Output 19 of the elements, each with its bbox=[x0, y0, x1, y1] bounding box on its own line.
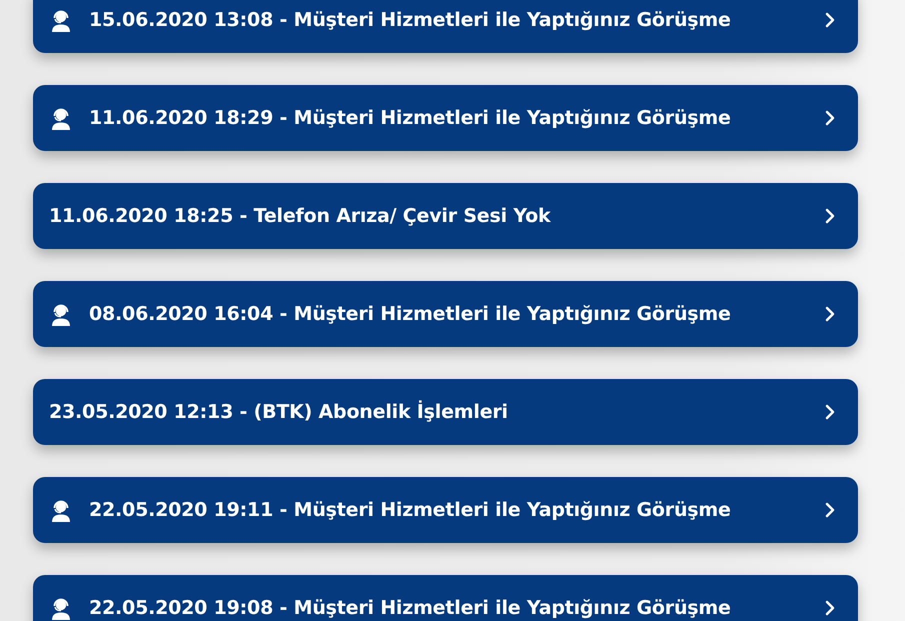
record-item[interactable]: 23.05.2020 12:13 - (BTK) Abonelik İşlemleri bbox=[33, 379, 858, 445]
headset-icon bbox=[49, 498, 73, 522]
record-item[interactable]: 22.05.2020 19:08 - Müşteri Hizmetleri ile Yaptığınız Görüşme bbox=[33, 575, 858, 621]
record-item[interactable]: 08.06.2020 16:04 - Müşteri Hizmetleri ile Yaptığınız Görüşme bbox=[33, 281, 858, 347]
chevron-right-icon bbox=[824, 404, 836, 420]
chevron-right-icon bbox=[824, 502, 836, 518]
record-item[interactable]: 15.06.2020 13:08 - Müşteri Hizmetleri ile Yaptığınız Görüşme bbox=[33, 0, 858, 53]
headset-icon bbox=[49, 8, 73, 32]
headset-icon bbox=[49, 596, 73, 620]
chevron-right-icon bbox=[824, 208, 836, 224]
record-item[interactable]: 22.05.2020 19:11 - Müşteri Hizmetleri ile Yaptığınız Görüşme bbox=[33, 477, 858, 543]
chevron-right-icon bbox=[824, 600, 836, 616]
record-item[interactable]: 11.06.2020 18:29 - Müşteri Hizmetleri ile Yaptığınız Görüşme bbox=[33, 85, 858, 151]
headset-icon bbox=[49, 106, 73, 130]
chevron-right-icon bbox=[824, 110, 836, 126]
chevron-right-icon bbox=[824, 306, 836, 322]
chevron-right-icon bbox=[824, 12, 836, 28]
record-item[interactable]: 11.06.2020 18:25 - Telefon Arıza/ Çevir Sesi Yok bbox=[33, 183, 858, 249]
headset-icon bbox=[49, 302, 73, 326]
